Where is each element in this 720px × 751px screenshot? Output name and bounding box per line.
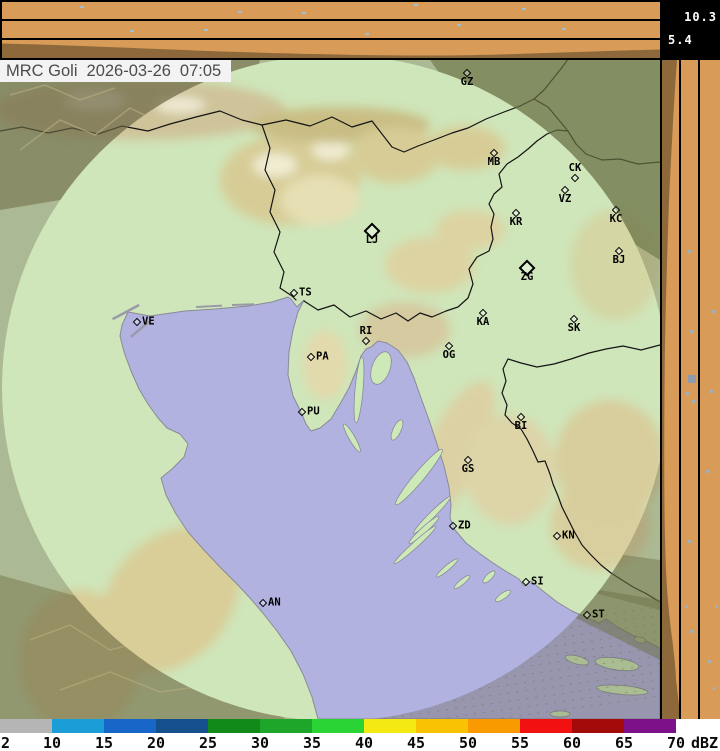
city-marker-pa — [306, 352, 316, 362]
city-marker-zd — [448, 521, 458, 531]
city-label-bi: BI — [514, 420, 528, 432]
scale-segment-2 — [0, 719, 52, 733]
city-layer: GZ MB CK VZ KR KC LJ ZG BJ TS VE RI KA SK OG PA PU BI GS ZD… — [0, 0, 660, 719]
city-label-kr: KR — [509, 216, 523, 228]
echo-speck — [715, 605, 718, 608]
echo-speck — [713, 687, 716, 690]
city-label-pa: PA — [316, 350, 329, 363]
corner-readout-box: 10.3 5.4 — [660, 0, 720, 60]
scale-tick-35: 35 — [302, 734, 322, 751]
scale-segment-25 — [208, 719, 260, 733]
scale-tick-55: 55 — [510, 734, 530, 751]
station-name: MRC Goli — [6, 62, 78, 80]
scale-segment-20 — [156, 719, 208, 733]
radar-display: GZ MB CK VZ KR KC LJ ZG BJ TS VE RI KA SK OG PA PU BI GS ZD… — [0, 0, 720, 751]
city-label-og: OG — [442, 349, 456, 361]
scale-segment-40 — [364, 719, 416, 733]
scale-tick-40: 40 — [354, 734, 374, 751]
city-label-si: SI — [531, 575, 544, 588]
city-label-ri: RI — [359, 325, 373, 337]
scale-segment-10 — [52, 719, 104, 733]
right-cross-section-panel — [660, 60, 720, 719]
scale-tick-50: 50 — [458, 734, 478, 751]
time-label: 07:05 — [179, 62, 222, 80]
echo-speck — [685, 605, 688, 608]
city-label-zg: ZG — [520, 271, 534, 283]
scale-tick-30: 30 — [250, 734, 270, 751]
city-marker-ck — [570, 173, 580, 183]
dbz-unit-label: dBZ — [691, 734, 719, 751]
scale-tick-25: 25 — [198, 734, 218, 751]
city-label-an: AN — [268, 596, 281, 609]
scale-segment-65 — [624, 719, 676, 733]
city-marker-an — [258, 598, 268, 608]
scale-tick-65: 65 — [614, 734, 634, 751]
city-marker-st — [582, 610, 592, 620]
city-label-ck: CK — [568, 162, 582, 174]
scale-segment-45 — [416, 719, 468, 733]
scale-segment-50 — [468, 719, 520, 733]
right-strip-2 — [681, 60, 698, 719]
city-label-bj: BJ — [612, 254, 626, 266]
city-marker-kn — [552, 531, 562, 541]
scale-segment-60 — [572, 719, 624, 733]
title-box: MRC Goli 2026-03-26 07:05 — [0, 60, 231, 82]
dbz-tick-labels: 2 10 15 20 25 30 35 40 45 50 55 60 65 70 — [0, 733, 720, 751]
scale-tick-60: 60 — [562, 734, 582, 751]
city-label-vz: VZ — [558, 193, 572, 205]
scale-segment-15 — [104, 719, 156, 733]
city-label-mb: MB — [487, 156, 501, 168]
echo-speck — [706, 470, 709, 473]
city-label-ts: TS — [299, 286, 312, 299]
echo-speck — [712, 310, 715, 313]
city-label-sk: SK — [567, 322, 581, 334]
echo-top-readout: 10.3 — [684, 10, 717, 24]
scale-tick-2: 2 — [1, 734, 11, 751]
scale-tick-15: 15 — [94, 734, 114, 751]
scale-tick-10: 10 — [42, 734, 62, 751]
city-label-gz: GZ — [460, 76, 474, 88]
city-label-zd: ZD — [458, 519, 471, 532]
city-label-pu: PU — [307, 405, 320, 418]
dbz-scale: 2 10 15 20 25 30 35 40 45 50 55 60 65 70 dBZ — [0, 719, 720, 751]
city-label-gs: GS — [461, 463, 475, 475]
scale-tick-70: 70 — [666, 734, 686, 751]
city-label-st: ST — [592, 608, 605, 621]
city-marker-si — [521, 577, 531, 587]
scale-segment-30 — [260, 719, 312, 733]
echo-speck — [710, 390, 713, 393]
date-label: 2026-03-26 — [86, 62, 171, 80]
echo-speck — [688, 540, 691, 543]
scale-segment-55 — [520, 719, 572, 733]
city-label-kc: KC — [609, 213, 623, 225]
right-strip-3 — [700, 60, 720, 719]
city-label-lj: LJ — [365, 234, 379, 246]
city-marker-ve — [132, 317, 142, 327]
echo-speck — [690, 330, 693, 333]
city-marker-ri — [361, 336, 371, 346]
scale-segment-35 — [312, 719, 364, 733]
terrain-profile-vertical — [662, 60, 679, 719]
city-label-ve: VE — [142, 315, 155, 328]
city-label-ka: KA — [476, 316, 490, 328]
echo-speck — [692, 400, 695, 403]
right-strip-1 — [662, 60, 679, 719]
echo-speck — [688, 250, 691, 253]
city-marker-pu — [297, 407, 307, 417]
city-label-kn: KN — [562, 529, 575, 542]
scale-tick-20: 20 — [146, 734, 166, 751]
echo-speck — [690, 630, 693, 633]
dbz-color-ramp — [0, 719, 676, 733]
echo-blob — [688, 375, 696, 383]
city-marker-ts — [289, 288, 299, 298]
scale-tick-45: 45 — [406, 734, 426, 751]
echo-speck — [708, 660, 711, 663]
radar-map: GZ MB CK VZ KR KC LJ ZG BJ TS VE RI KA SK OG PA PU BI GS ZD… — [0, 0, 660, 719]
echo-speck — [686, 392, 689, 395]
echo-height-readout: 5.4 — [668, 33, 693, 47]
